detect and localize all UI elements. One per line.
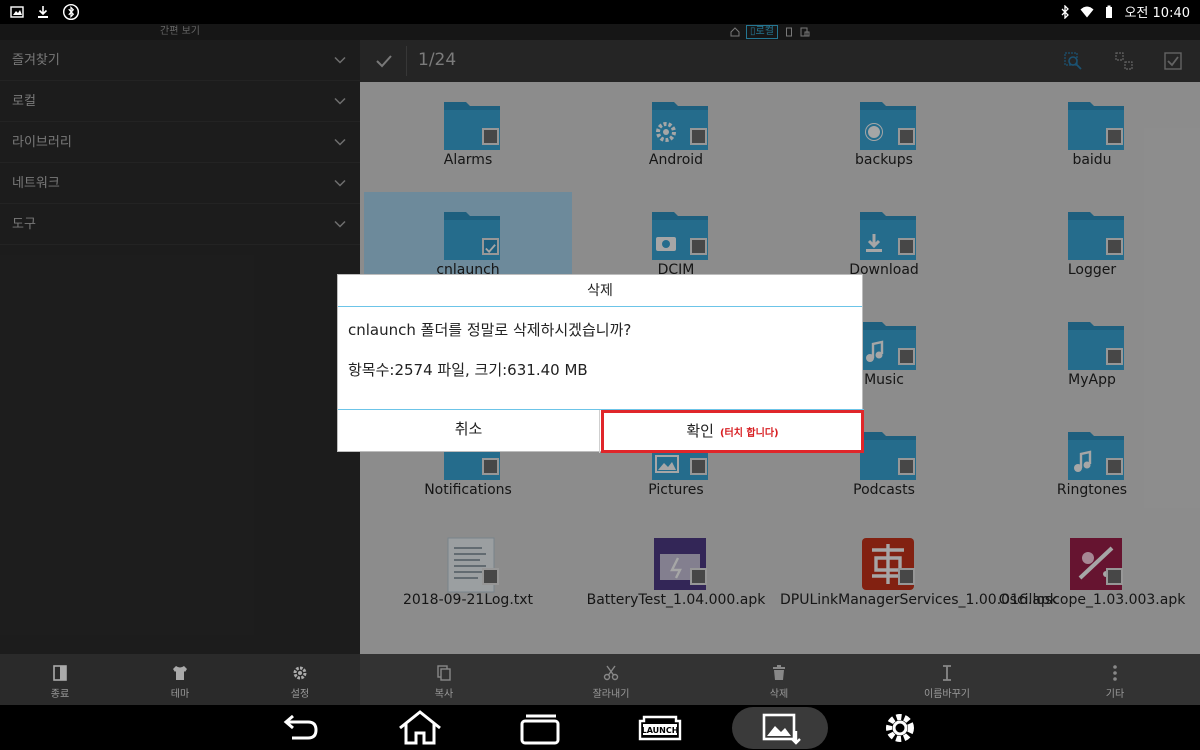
screen: 오전 10:40 간편 보기 즐겨찾기 로컬 라이브러리 네트워크 도구 ▯로컬…	[0, 0, 1200, 750]
copy-button[interactable]: 복사	[394, 664, 494, 700]
battery-icon	[1106, 5, 1113, 18]
settings-button[interactable]: 설정	[250, 664, 350, 700]
image-notification-icon	[10, 6, 24, 18]
dialog-message: cnlaunch 폴더를 정말로 삭제하시겠습니까?	[348, 321, 632, 339]
back-icon	[283, 714, 318, 740]
cut-button[interactable]: 잘라내기	[561, 664, 661, 700]
theme-button[interactable]: 테마	[130, 664, 230, 700]
rename-button[interactable]: 이름바꾸기	[897, 664, 997, 700]
recent-apps-icon	[520, 714, 560, 745]
settings-icon	[293, 666, 307, 680]
status-time: 오전 10:40	[1124, 6, 1190, 21]
more-label: 기타	[1105, 689, 1125, 700]
file-actions-toolbar: 복사 잘라내기 삭제 이름바꾸기 기타	[360, 654, 1200, 705]
system-settings-button[interactable]	[872, 709, 928, 747]
confirm-button[interactable]: 확인 (터치 합니다)	[601, 410, 864, 453]
theme-label: 테마	[170, 689, 190, 700]
recent-apps-button[interactable]	[512, 709, 568, 747]
gear-icon	[886, 714, 914, 742]
rename-label: 이름바꾸기	[924, 689, 970, 700]
launch-label: LAUNCH	[642, 726, 679, 735]
exit-button[interactable]: 종료	[10, 664, 110, 700]
trash-icon	[773, 665, 785, 680]
gallery-button[interactable]	[752, 709, 808, 747]
status-bar: 오전 10:40	[0, 0, 1200, 24]
back-button[interactable]	[272, 709, 328, 747]
rename-icon	[943, 665, 951, 681]
cut-label: 잘라내기	[592, 689, 630, 700]
scissors-icon	[603, 665, 619, 681]
delete-label: 삭제	[769, 689, 789, 700]
confirm-label: 확인	[686, 422, 714, 440]
bluetooth-icon	[1062, 4, 1070, 19]
copy-icon	[437, 665, 451, 681]
image-download-icon	[762, 713, 801, 745]
launch-button[interactable]: LAUNCH	[632, 709, 688, 747]
cancel-button[interactable]: 취소	[338, 410, 600, 453]
settings-label: 설정	[290, 689, 310, 700]
home-button[interactable]	[392, 709, 448, 747]
delete-button[interactable]: 삭제	[729, 664, 829, 700]
dialog-title: 삭제	[338, 275, 862, 307]
sidebar-toolbar: 종료 테마 설정	[0, 654, 360, 705]
more-button[interactable]: 기타	[1065, 664, 1165, 700]
launch-car-icon: LAUNCH	[638, 715, 682, 741]
shirt-icon	[173, 666, 187, 680]
dialog-button-row: 취소 확인 (터치 합니다)	[338, 409, 864, 453]
exit-label: 종료	[50, 689, 70, 700]
copy-label: 복사	[434, 689, 454, 700]
wifi-icon	[1080, 6, 1094, 17]
more-icon	[1113, 665, 1117, 681]
download-notification-icon	[38, 6, 48, 18]
home-icon	[399, 710, 441, 745]
dialog-details: 항목수:2574 파일, 크기:631.40 MB	[348, 361, 588, 379]
exit-icon	[53, 665, 67, 681]
confirm-note: (터치 합니다)	[719, 428, 779, 439]
delete-dialog: 삭제 cnlaunch 폴더를 정말로 삭제하시겠습니까? 항목수:2574 파…	[337, 274, 864, 453]
navigation-bar: LAUNCH	[0, 705, 1200, 750]
bluetooth-settings-notification-icon	[62, 3, 80, 21]
